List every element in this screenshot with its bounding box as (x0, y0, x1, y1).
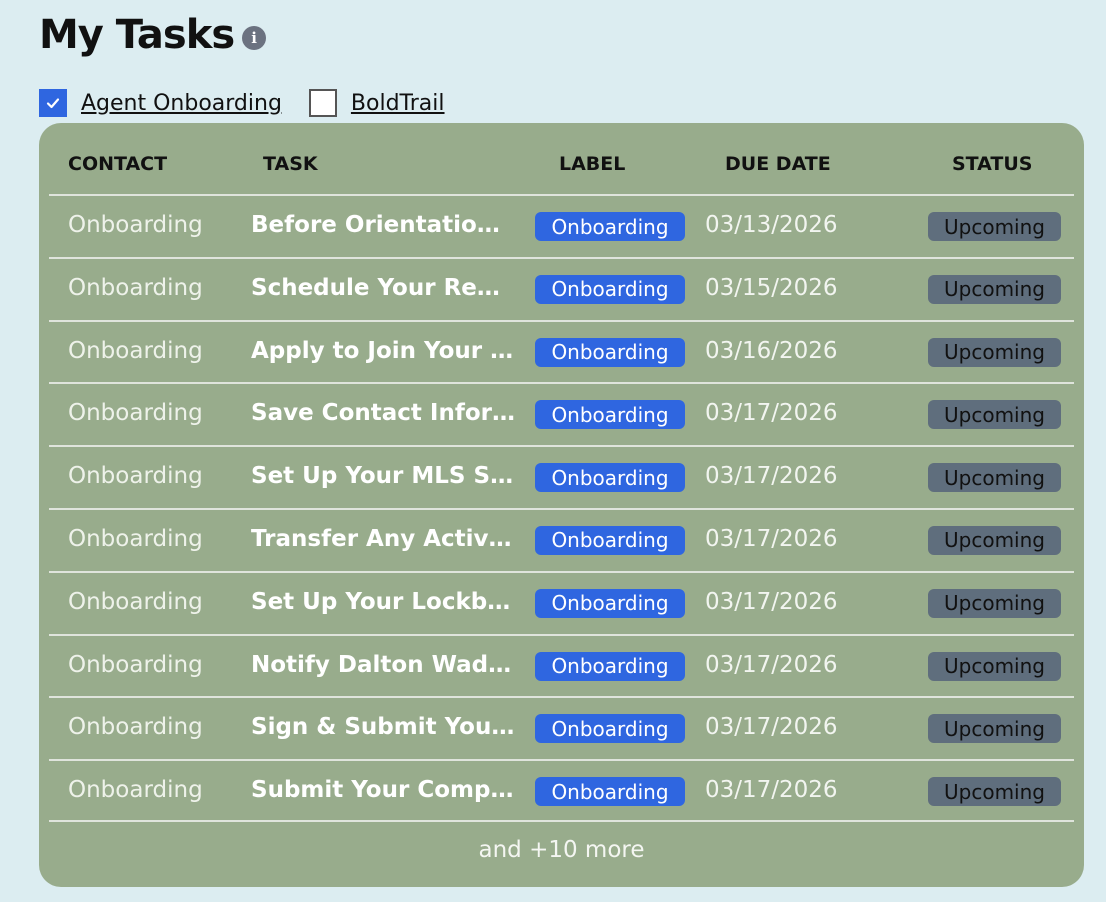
contact-cell[interactable]: Onboarding (68, 777, 203, 803)
label-badge: Onboarding (535, 525, 685, 555)
contact-cell[interactable]: Onboarding (68, 652, 203, 678)
status-badge: Upcoming (928, 400, 1061, 430)
due-date-cell: 03/17/2026 (705, 651, 838, 678)
label-badge: Onboarding (535, 463, 685, 493)
task-cell[interactable]: Submit Your Complet… (251, 777, 515, 803)
table-body: Onboarding Before Orientation: L… Onboar… (49, 194, 1074, 822)
table-row[interactable]: Onboarding Before Orientation: L… Onboar… (49, 194, 1074, 257)
contact-cell[interactable]: Onboarding (68, 338, 203, 364)
contact-cell[interactable]: Onboarding (68, 275, 203, 301)
label-badge: Onboarding (535, 714, 685, 744)
column-header-task[interactable]: TASK (263, 153, 318, 175)
status-badge: Upcoming (928, 274, 1061, 304)
agent-onboarding-label[interactable]: Agent Onboarding (81, 91, 282, 116)
info-icon[interactable]: i (242, 26, 267, 50)
status-badge: Upcoming (928, 337, 1061, 367)
status-badge: Upcoming (928, 651, 1061, 681)
table-row[interactable]: Onboarding Set Up Your MLS Subs… Onboard… (49, 445, 1074, 508)
table-row[interactable]: Onboarding Schedule Your Requir… Onboard… (49, 256, 1074, 320)
label-badge: Onboarding (535, 274, 685, 304)
label-badge: Onboarding (535, 588, 685, 618)
column-header-contact[interactable]: CONTACT (68, 153, 167, 175)
contact-cell[interactable]: Onboarding (68, 589, 203, 615)
table-row[interactable]: Onboarding Submit Your Complet… Onboardi… (49, 759, 1074, 822)
task-cell[interactable]: Transfer Any Active Li… (251, 526, 515, 552)
table-row[interactable]: Onboarding Notify Dalton Wade S… Onboard… (49, 633, 1074, 697)
column-header-status[interactable]: STATUS (952, 153, 1032, 175)
filter-agent-onboarding[interactable]: Agent Onboarding (39, 89, 282, 117)
label-badge: Onboarding (535, 651, 685, 681)
due-date-cell: 03/17/2026 (705, 400, 838, 427)
contact-cell[interactable]: Onboarding (68, 463, 203, 489)
table-row[interactable]: Onboarding Set Up Your Lockbox … Onboard… (49, 570, 1074, 634)
label-badge: Onboarding (535, 337, 685, 367)
due-date-cell: 03/13/2026 (705, 212, 838, 238)
due-date-cell: 03/17/2026 (705, 588, 838, 615)
status-badge: Upcoming (928, 525, 1061, 555)
task-cell[interactable]: Sign & Submit Your Of… (251, 714, 515, 740)
table-row[interactable]: Onboarding Save Contact Informa… Onboard… (49, 382, 1074, 445)
due-date-cell: 03/15/2026 (705, 274, 838, 301)
page-title: My Tasks (39, 12, 235, 58)
table-row[interactable]: Onboarding Sign & Submit Your Of… Onboar… (49, 696, 1074, 759)
table-row[interactable]: Onboarding Apply to Join Your Loc… Onboa… (49, 319, 1074, 383)
contact-cell[interactable]: Onboarding (68, 526, 203, 552)
table-row[interactable]: Onboarding Transfer Any Active Li… Onboa… (49, 507, 1074, 571)
task-cell[interactable]: Apply to Join Your Loc… (251, 338, 515, 364)
status-badge: Upcoming (928, 714, 1061, 744)
status-badge: Upcoming (928, 463, 1061, 493)
filter-boldtrail[interactable]: BoldTrail (308, 89, 445, 117)
status-badge: Upcoming (928, 588, 1061, 618)
due-date-cell: 03/16/2026 (705, 337, 838, 364)
task-cell[interactable]: Set Up Your MLS Subs… (251, 463, 515, 489)
label-badge: Onboarding (535, 777, 685, 807)
more-tasks-link[interactable]: and +10 more (39, 837, 1084, 863)
task-cell[interactable]: Set Up Your Lockbox … (251, 589, 515, 615)
checkmark-icon (46, 98, 60, 109)
agent-onboarding-checkbox[interactable] (39, 89, 67, 117)
boldtrail-checkbox[interactable] (308, 89, 337, 117)
contact-cell[interactable]: Onboarding (68, 400, 203, 426)
table-header: CONTACT TASK LABEL DUE DATE STATUS (39, 123, 1084, 195)
column-header-due-date[interactable]: DUE DATE (725, 153, 831, 175)
due-date-cell: 03/17/2026 (705, 714, 838, 741)
task-cell[interactable]: Schedule Your Requir… (251, 275, 515, 301)
column-header-label[interactable]: LABEL (559, 153, 625, 175)
due-date-cell: 03/17/2026 (705, 777, 838, 804)
status-badge: Upcoming (928, 777, 1061, 807)
label-badge: Onboarding (535, 212, 685, 241)
task-cell[interactable]: Notify Dalton Wade S… (251, 652, 515, 678)
status-badge: Upcoming (928, 212, 1061, 241)
contact-cell[interactable]: Onboarding (68, 212, 203, 238)
boldtrail-label[interactable]: BoldTrail (351, 91, 445, 116)
due-date-cell: 03/17/2026 (705, 525, 838, 552)
tasks-card: CONTACT TASK LABEL DUE DATE STATUS Onboa… (39, 123, 1084, 887)
title-row: My Tasks i (39, 12, 267, 58)
label-badge: Onboarding (535, 400, 685, 430)
due-date-cell: 03/17/2026 (705, 463, 838, 490)
task-cell[interactable]: Before Orientation: L… (251, 212, 515, 238)
filter-bar: Agent Onboarding BoldTrail (39, 89, 472, 117)
contact-cell[interactable]: Onboarding (68, 714, 203, 740)
task-cell[interactable]: Save Contact Informa… (251, 400, 515, 426)
